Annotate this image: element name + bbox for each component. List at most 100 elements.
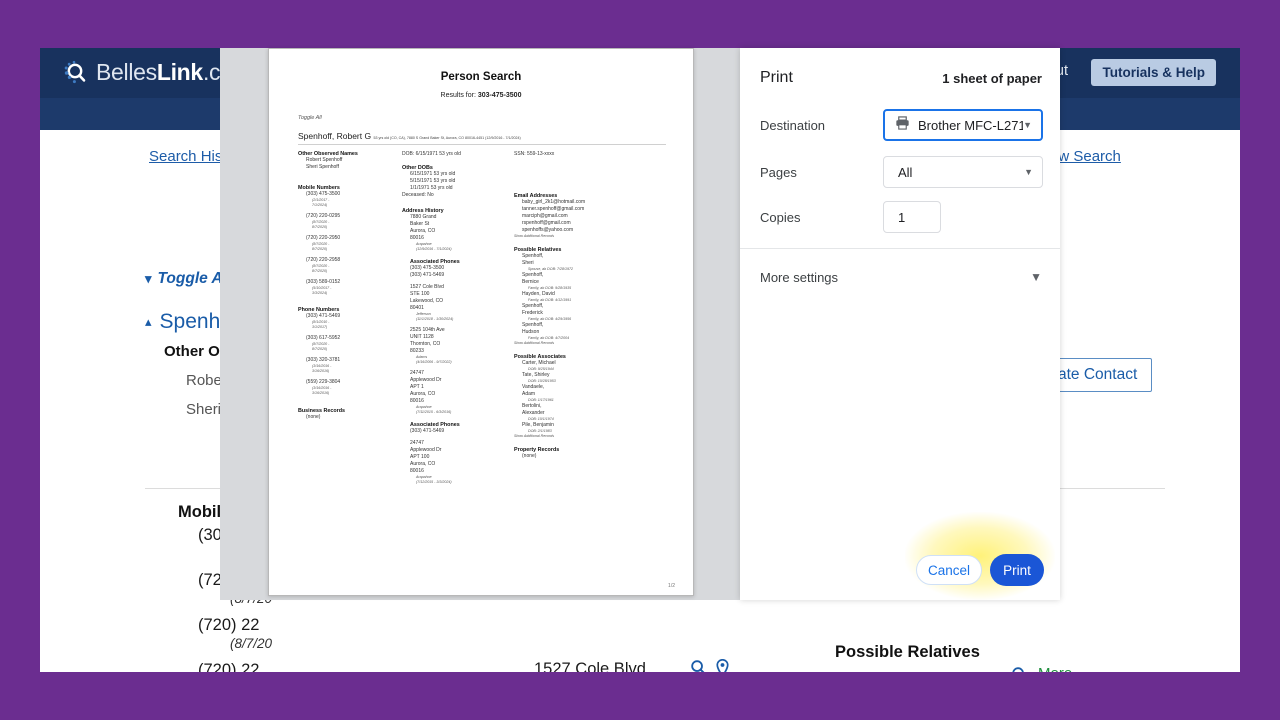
relative-name-1: Spenhoff,	[522, 322, 544, 328]
address-line: 24747	[410, 370, 424, 376]
associate-name-1: Pile, Benjamin	[522, 422, 554, 428]
chevron-down-icon: ▼	[1023, 120, 1032, 130]
map-pin-icon[interactable]	[715, 658, 730, 672]
phone-number: (720) 220-2958	[306, 257, 341, 263]
list-item: (720) 220-2958 (8/7/2020 -8/7/2020)	[298, 257, 402, 274]
printer-icon	[895, 115, 910, 135]
address-line: Applewood Dr	[410, 447, 442, 453]
associated-phone: (303) 471-5469	[410, 428, 445, 434]
show-additional-records: Show Additional Records	[514, 434, 555, 438]
relative-name-1: Spenhoff,	[522, 253, 544, 259]
phone-number: (720) 220-0295	[306, 213, 341, 219]
list-item: (720) 220-0295 (8/7/2020 -8/7/2020)	[298, 213, 402, 230]
brand-part-2: Link	[156, 59, 203, 85]
address-line: 80016	[410, 235, 424, 241]
phone-number: (303) 589-0152	[306, 279, 341, 285]
address-line: Aurora, CO	[410, 228, 436, 234]
relative-name-1: Hayden, David	[522, 291, 555, 297]
list-item: (720) 220-2950 (8/7/2020 -8/7/2020)	[298, 235, 402, 252]
associated-phone: (303) 471-5469	[410, 272, 445, 278]
pages-select[interactable]: All ▼	[883, 156, 1043, 188]
cancel-button[interactable]: Cancel	[916, 555, 982, 585]
list-item: (720) 22 (8/7/2020 - 8/7/2020)	[198, 661, 364, 672]
more-settings-toggle[interactable]: More settings	[760, 270, 838, 285]
address-line: 80016	[410, 398, 424, 404]
chevron-down-icon: ▾	[145, 271, 152, 286]
other-dob: 6/15/1971 53 yrs old	[410, 171, 456, 177]
list-item: Bertolini, Alexander DOB: 10/1/1974	[514, 403, 654, 422]
phone-number[interactable]: (720) 22	[198, 661, 364, 672]
new-search-link[interactable]: ew Search	[1050, 148, 1121, 165]
copies-input[interactable]: 1	[883, 201, 941, 233]
list-item: Carter, Michael DOB: 9/25/1944	[514, 360, 654, 372]
preview-page-number: 1/2	[668, 583, 675, 589]
list-item: (559) 229-3804 (3/16/2016 -3/16/2016)	[298, 379, 402, 396]
associate-name-2: Adam	[522, 391, 536, 397]
phone-date-end: 3/16/2016)	[312, 391, 330, 395]
search-icon[interactable]	[690, 659, 707, 672]
brand-logo-group[interactable]: BellesLink.co	[63, 59, 233, 86]
phone-dates: (8/7/20	[230, 636, 273, 651]
address-line: Baker St	[410, 221, 430, 227]
address-line: 24747	[410, 440, 424, 446]
list-item: (303) 617-5952 (8/7/2020 -8/7/2020)	[298, 335, 402, 352]
preview-results-line: Results for: 303-475-3500	[269, 92, 693, 99]
list-item: (303) 589-0152 (5/10/2017 -3/3/2024)	[298, 279, 402, 296]
list-item: Tate, Shirley DOB: 10/28/1953	[514, 372, 654, 384]
associate-name-1: Carter, Michael	[522, 360, 556, 366]
address-line: 80016	[410, 468, 424, 474]
preview-column-3: SSN: 559-13-xxxx Email Addresses baby_gi…	[514, 149, 654, 485]
other-dob: 5/15/1971 53 yrs old	[410, 178, 456, 184]
pages-value: All	[898, 164, 913, 180]
address-line: 2525 104th Ave	[410, 327, 445, 333]
destination-select[interactable]: Brother MFC-L2717DW ▼	[883, 109, 1043, 141]
address-line: APT 1	[410, 384, 424, 390]
relative-name-2: Bernice	[522, 279, 539, 285]
associate-name-1: Bertolini,	[522, 403, 542, 409]
address-line: Thornton, CO	[410, 341, 441, 347]
preview-person-meta: 53 yrs old (CO, CA), 7880 S Grand Baker …	[373, 136, 521, 140]
possible-relatives-title: Possible Relatives	[835, 643, 980, 661]
search-icon[interactable]	[1011, 666, 1028, 672]
list-item: (303) 471-5469 (8/1/2010 -3/1/2017)	[298, 313, 402, 330]
relative-more-link[interactable]: More ...	[1038, 665, 1089, 672]
associated-phone: (303) 475-3500	[410, 265, 445, 271]
address-block: 1527 Cole Blvd STE 100 Lakewood, CO 8040…	[534, 658, 694, 672]
possible-relatives-block: Possible Relatives Spenhoff, Sheri Spous…	[835, 643, 1005, 672]
phone-number[interactable]: (720) 22	[198, 616, 364, 635]
list-item: (303) 320-3781 (3/16/2016 -3/16/2016)	[298, 357, 402, 374]
dob-line: DOB: 6/15/1971 53 yrs old	[402, 151, 461, 157]
print-dialog-title: Print	[760, 69, 793, 86]
phone-number: (720) 220-2950	[306, 235, 341, 241]
preview-toggle-all: Toggle All	[298, 115, 322, 121]
relative-name-2: Sheri	[522, 260, 534, 266]
phone-number: (303) 471-5469	[306, 313, 341, 319]
chevron-down-icon[interactable]: ▼	[1030, 270, 1042, 284]
list-item: Hayden, David Family, ab DOB: 4/12/1991	[514, 291, 654, 303]
relative-name-1: Spenhoff,	[522, 303, 544, 309]
preview-person-line: Spenhoff, Robert G 53 yrs old (CO, CA), …	[298, 131, 666, 145]
list-item: (303) 475-3500 (2/1/2017 -7/1/2024)	[298, 191, 402, 208]
list-item: Vandaele, Adam DOB: 1/17/1961	[514, 384, 654, 403]
preview-column-1: Other Observed Names Robert Spenhoff She…	[298, 149, 402, 485]
sheet-count-label: 1 sheet of paper	[942, 71, 1042, 86]
address-item: 24747 Applewood Dr APT 100 Aurora, CO 80…	[402, 440, 514, 485]
address-line-1: 1527 Cole Blvd	[534, 660, 646, 672]
property-records-value: (none)	[522, 453, 537, 459]
pages-label: Pages	[760, 165, 797, 180]
ssn-line: SSN: 559-13-xxxx	[514, 151, 555, 157]
address-item: 24747 Applewood Dr APT 1 Aurora, CO 8001…	[402, 370, 514, 435]
address-line: Lakewood, CO	[410, 298, 444, 304]
relative-name-2: Frederick	[522, 310, 543, 316]
address-item: 1527 Cole Blvd STE 100 Lakewood, CO 8040…	[402, 284, 514, 322]
magnifier-dots-logo-icon	[63, 60, 89, 86]
preview-title: Person Search	[440, 71, 522, 83]
print-button[interactable]: Print	[990, 554, 1044, 586]
preview-column-2: DOB: 6/15/1971 53 yrs old Other DOBs 6/1…	[402, 149, 514, 485]
tutorials-help-button[interactable]: Tutorials & Help	[1091, 59, 1216, 86]
copies-value: 1	[898, 209, 906, 225]
chevron-down-icon: ▼	[1024, 167, 1033, 177]
relative-name-2: Hudson	[522, 329, 540, 335]
address-line: Aurora, CO	[410, 391, 436, 397]
address-line: 80233	[410, 348, 424, 354]
